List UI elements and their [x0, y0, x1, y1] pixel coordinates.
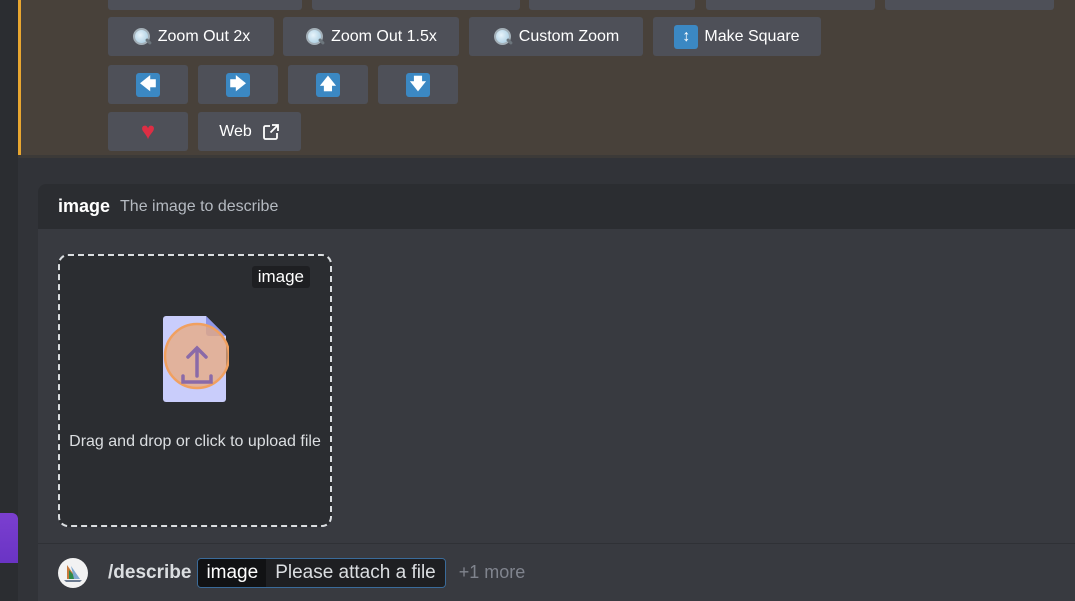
- pan-down-button[interactable]: 🡇: [378, 65, 458, 104]
- make-square-button[interactable]: ↕ Make Square: [653, 17, 821, 56]
- magnifier-icon: [132, 27, 152, 47]
- pan-up-button[interactable]: 🡅: [288, 65, 368, 104]
- command-name: /describe: [108, 561, 192, 583]
- embed-button-1[interactable]: [108, 0, 302, 10]
- arrow-left-icon: 🡄: [136, 72, 160, 97]
- embed-button-5[interactable]: [885, 0, 1054, 10]
- param-name: image: [198, 558, 267, 587]
- embed-divider: [18, 155, 1075, 158]
- bot-avatar: [58, 557, 88, 588]
- web-label: Web: [219, 122, 252, 140]
- embed-button-3[interactable]: [529, 0, 695, 10]
- external-link-icon: [262, 123, 279, 140]
- arrow-down-icon: 🡇: [406, 72, 430, 97]
- embed-button-2[interactable]: [312, 0, 520, 10]
- command-input-bar[interactable]: /describe image Please attach a file +1 …: [38, 543, 1075, 601]
- dropzone-tag: image: [251, 266, 310, 288]
- zoom-out-2x-button[interactable]: Zoom Out 2x: [108, 17, 274, 56]
- magnifier-icon: [493, 27, 513, 47]
- custom-zoom-button[interactable]: Custom Zoom: [469, 17, 643, 56]
- option-header: image The image to describe: [38, 184, 1075, 229]
- more-options[interactable]: +1 more: [459, 562, 526, 583]
- web-link-button[interactable]: Web: [198, 112, 301, 151]
- pan-left-button[interactable]: 🡄: [108, 65, 188, 104]
- embed-button-4[interactable]: [706, 0, 875, 10]
- zoom-out-1-5x-label: Zoom Out 1.5x: [331, 27, 437, 45]
- arrow-right-icon: 🡆: [226, 72, 250, 97]
- bot-message-embed: Zoom Out 2x Zoom Out 1.5x Custom Zoom ↕ …: [18, 0, 1075, 157]
- param-value: Please attach a file: [266, 558, 445, 587]
- pan-right-button[interactable]: 🡆: [198, 65, 278, 104]
- slash-command-options-panel: image The image to describe image Drag a…: [38, 184, 1075, 601]
- magnifier-icon: [305, 27, 325, 47]
- chat-gutter: [18, 157, 38, 601]
- custom-zoom-label: Custom Zoom: [518, 27, 620, 45]
- sailboat-logo-icon: [64, 564, 82, 582]
- heart-icon: ♥: [140, 117, 156, 145]
- server-sidebar: [0, 0, 18, 601]
- make-square-label: Make Square: [704, 27, 800, 45]
- upload-file-icon: [163, 316, 229, 402]
- up-down-arrow-icon: ↕: [674, 24, 699, 49]
- sidebar-active-tab[interactable]: [0, 513, 18, 563]
- option-description: The image to describe: [120, 197, 279, 215]
- favorite-button[interactable]: ♥: [108, 112, 188, 151]
- file-upload-dropzone[interactable]: image Drag and drop or click to upload f…: [58, 254, 332, 527]
- param-pill[interactable]: image Please attach a file: [197, 557, 446, 588]
- zoom-out-1-5x-button[interactable]: Zoom Out 1.5x: [283, 17, 459, 56]
- dropzone-text: Drag and drop or click to upload file: [69, 433, 321, 450]
- option-name: image: [58, 196, 111, 216]
- zoom-out-2x-label: Zoom Out 2x: [157, 27, 251, 45]
- arrow-up-icon: 🡅: [316, 72, 340, 97]
